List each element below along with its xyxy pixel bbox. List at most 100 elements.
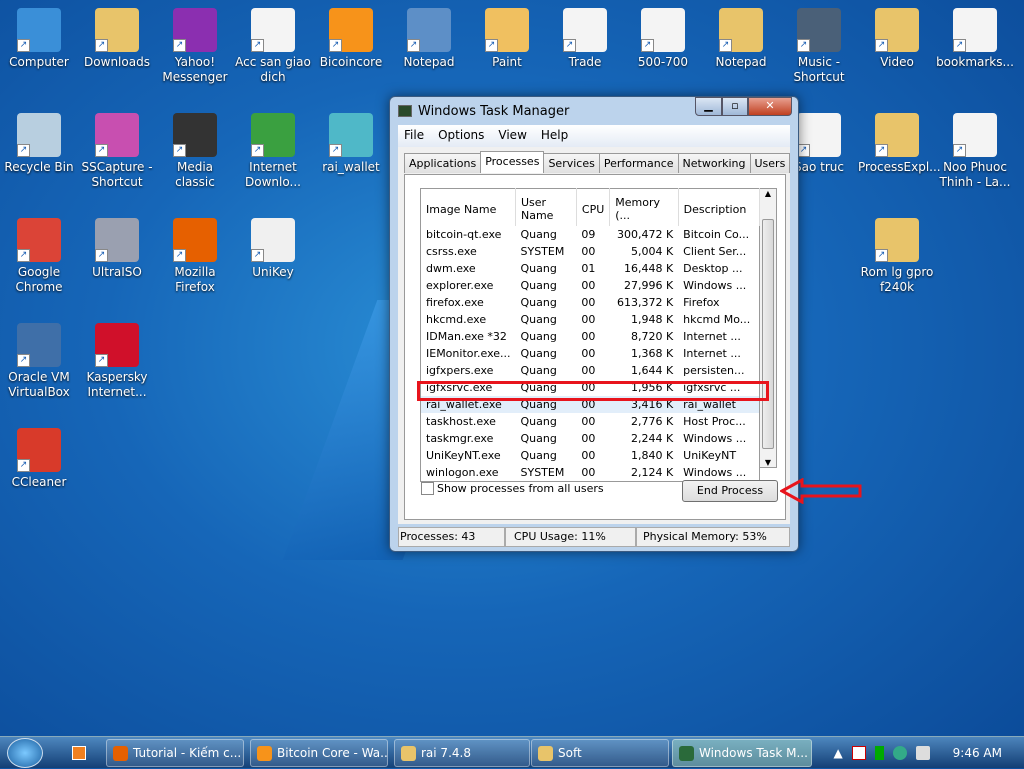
desktop-icon[interactable]: ↗ Acc san giao dich <box>234 8 312 85</box>
start-button[interactable] <box>7 738 43 768</box>
process-row[interactable]: firefox.exe Quang 00 613,372 K Firefox <box>421 294 760 311</box>
desktop-icon[interactable]: ↗ Yahoo! Messenger <box>156 8 234 85</box>
clock[interactable]: 9:46 AM <box>953 746 1002 760</box>
process-row[interactable]: bitcoin-qt.exe Quang 09 300,472 K Bitcoin Co… <box>421 226 760 243</box>
desktop-icon[interactable]: ↗ Google Chrome <box>0 218 78 295</box>
process-cell: Windows ... <box>683 465 747 479</box>
process-cell: 01 <box>581 262 596 275</box>
tab-performance[interactable]: Performance <box>598 153 679 173</box>
desktop-icon-label: rai_wallet <box>322 160 380 174</box>
desktop-icon[interactable]: ↗ ProcessExpl... <box>858 113 941 175</box>
menu-item[interactable]: Help <box>541 128 568 144</box>
scrollbar[interactable]: ▲ ▼ <box>760 188 777 468</box>
desktop-icon-image: ↗ <box>329 113 373 157</box>
scroll-down-icon[interactable]: ▼ <box>760 458 776 467</box>
tab-services[interactable]: Services <box>543 153 600 173</box>
desktop-icon[interactable]: ↗ Oracle VM VirtualBox <box>0 323 78 400</box>
desktop-icon[interactable]: ↗ Notepad <box>702 8 780 70</box>
process-row[interactable]: UniKeyNT.exe Quang 00 1,840 K UniKeyNT <box>421 447 760 464</box>
column-header[interactable]: User Name <box>515 188 577 226</box>
process-row[interactable]: winlogon.exe SYSTEM 00 2,124 K Windows ... <box>421 464 760 481</box>
menu-item[interactable]: Options <box>438 128 484 144</box>
antivirus-tray-icon[interactable] <box>851 746 866 760</box>
process-row[interactable]: igfxpers.exe Quang 00 1,644 K persisten... <box>421 362 760 379</box>
process-cell: 00 <box>581 330 596 343</box>
desktop-icon[interactable]: ↗ UniKey <box>234 218 312 280</box>
end-process-button[interactable]: End Process <box>682 480 778 502</box>
close-button[interactable]: ✕ <box>748 97 792 116</box>
tab-processes[interactable]: Processes <box>480 151 545 173</box>
process-row[interactable]: taskmgr.exe Quang 00 2,244 K Windows ... <box>421 430 760 447</box>
desktop-icon-label: Computer <box>9 55 69 69</box>
desktop-icon[interactable]: ↗ Downloads <box>78 8 156 70</box>
desktop-icon[interactable]: ↗ CCleaner <box>0 428 78 490</box>
process-cell: bitcoin-qt.exe <box>426 228 502 241</box>
desktop-icon[interactable]: ↗ Bicoincore <box>312 8 390 70</box>
tab-users[interactable]: Users <box>749 153 791 173</box>
column-header[interactable]: Description <box>678 188 761 226</box>
column-header[interactable]: CPU <box>576 188 611 226</box>
column-header[interactable]: Memory (... <box>609 188 679 226</box>
process-row[interactable]: explorer.exe Quang 00 27,996 K Windows ... <box>421 277 760 294</box>
minimize-button[interactable]: ▁ <box>695 97 722 116</box>
taskbar-button[interactable]: rai 7.4.8 <box>394 739 530 767</box>
taskbar-button[interactable]: Tutorial - Kiếm c... <box>106 739 244 767</box>
taskbar-button[interactable]: Windows Task M... <box>672 739 812 767</box>
process-row[interactable]: hkcmd.exe Quang 00 1,948 K hkcmd Mo... <box>421 311 760 328</box>
desktop-icon[interactable]: ↗ Media classic <box>156 113 234 190</box>
column-header[interactable]: Image Name <box>420 188 516 226</box>
taskbar-button[interactable]: Soft <box>531 739 669 767</box>
desktop-icon[interactable]: ↗ 500-700 <box>624 8 702 70</box>
desktop-icon[interactable]: ↗ Notepad <box>390 8 468 70</box>
desktop-icon[interactable]: ↗ Kaspersky Internet... <box>78 323 156 400</box>
desktop-icon[interactable]: ↗ Recycle Bin <box>0 113 78 175</box>
process-cell: Client Ser... <box>683 245 747 258</box>
process-row[interactable]: IEMonitor.exe... Quang 00 1,368 K Internet .… <box>421 345 760 362</box>
desktop-icon[interactable]: ↗ Rom lg gpro f240k <box>858 218 936 295</box>
taskbar-button[interactable]: Bitcoin Core - Wa... <box>250 739 388 767</box>
media-player-quicklaunch-icon[interactable] <box>72 746 86 760</box>
menu-item[interactable]: View <box>498 128 526 144</box>
desktop-icon-label: SSCapture - Shortcut <box>81 160 153 189</box>
process-row[interactable]: taskhost.exe Quang 00 2,776 K Host Proc... <box>421 413 760 430</box>
show-all-users-checkbox[interactable]: Show processes from all users <box>421 482 604 495</box>
volume-muted-icon[interactable] <box>915 746 930 760</box>
shortcut-arrow-icon: ↗ <box>17 354 30 367</box>
task-manager-window[interactable]: Windows Task Manager ▁ ▫ ✕ File Options Vi… <box>389 96 799 552</box>
desktop-icon[interactable]: ↗ Internet Downlo... <box>234 113 312 190</box>
desktop-icon[interactable]: ↗ rai_wallet <box>312 113 390 175</box>
desktop-icon[interactable]: ↗ SSCapture - Shortcut <box>78 113 156 190</box>
idm-tray-icon[interactable] <box>892 746 907 760</box>
process-cell: 1,948 K <box>630 313 674 326</box>
desktop-icon[interactable]: ↗ Noo Phuoc Thinh - La... <box>936 113 1014 190</box>
show-hidden-icons[interactable]: ▲ <box>833 746 842 760</box>
desktop-icon[interactable]: ↗ Trade <box>546 8 624 70</box>
scroll-up-icon[interactable]: ▲ <box>760 189 776 198</box>
process-row[interactable]: csrss.exe SYSTEM 00 5,004 K Client Ser... <box>421 243 760 260</box>
desktop-icon[interactable]: ↗ Computer <box>0 8 78 70</box>
desktop-icon[interactable]: ↗ UltraISO <box>78 218 156 280</box>
process-cell: 00 <box>581 364 596 377</box>
desktop-icon[interactable]: ↗ Mozilla Firefox <box>156 218 234 295</box>
process-cell: UniKeyNT.exe <box>426 449 501 462</box>
checkbox-box[interactable] <box>421 482 434 495</box>
process-row[interactable]: dwm.exe Quang 01 16,448 K Desktop ... <box>421 260 760 277</box>
task-manager-icon <box>398 105 412 117</box>
menu-item[interactable]: File <box>404 128 424 144</box>
desktop-icon[interactable]: ↗ Music - Shortcut <box>780 8 858 85</box>
desktop-icon[interactable]: ↗ Video <box>858 8 936 70</box>
process-cell: IEMonitor.exe... <box>426 347 511 360</box>
tab-networking[interactable]: Networking <box>677 153 751 173</box>
maximize-button[interactable]: ▫ <box>722 97 748 116</box>
desktop-icon[interactable]: ↗ Paint <box>468 8 546 70</box>
process-cell: 1,368 K <box>630 347 674 360</box>
process-row[interactable]: IDMan.exe *32 Quang 00 8,720 K Internet ... <box>421 328 760 345</box>
tab-applications[interactable]: Applications <box>404 153 482 173</box>
shortcut-arrow-icon: ↗ <box>797 39 810 52</box>
desktop-icon-label: bookmarks... <box>936 55 1014 69</box>
network-meter-tray-icon[interactable] <box>874 746 884 760</box>
desktop-icon-label: 500-700 <box>637 55 689 69</box>
process-cell: 00 <box>581 449 596 462</box>
scroll-thumb[interactable] <box>762 219 774 449</box>
desktop-icon[interactable]: ↗ bookmarks... <box>936 8 1014 70</box>
